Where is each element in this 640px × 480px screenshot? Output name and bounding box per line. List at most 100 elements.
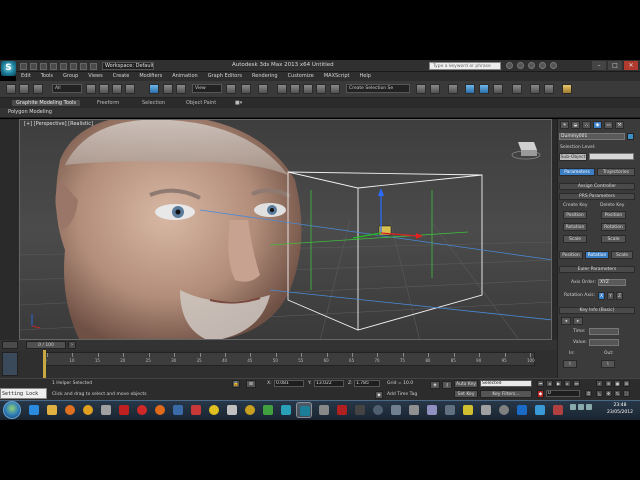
rotation-axis-z-button[interactable]: Z: [616, 292, 623, 300]
time-slider-next-icon[interactable]: ›: [68, 341, 76, 349]
polygon-modeling-panel-label[interactable]: Polygon Modeling: [8, 109, 52, 115]
select-and-scale-icon[interactable]: [176, 84, 186, 94]
rotation-axis-y-button[interactable]: Y: [607, 292, 614, 300]
minimize-button[interactable]: –: [592, 61, 606, 70]
auto-key-button[interactable]: Auto Key: [454, 380, 478, 388]
tab-selection[interactable]: Selection: [142, 100, 165, 106]
zoom-icon[interactable]: ⌕: [596, 380, 603, 387]
sub-object-dropdown[interactable]: [589, 153, 634, 160]
adaptive-degradation-icon[interactable]: ◈: [430, 381, 440, 389]
fetch-icon[interactable]: [80, 62, 87, 70]
modify-panel-tab[interactable]: ◒: [571, 121, 580, 129]
selection-lock-icon[interactable]: 🔒: [232, 380, 240, 388]
undo-icon[interactable]: [50, 62, 57, 70]
tab-object-paint[interactable]: Object Paint: [186, 100, 216, 106]
steam-app-icon[interactable]: [370, 402, 386, 418]
set-key-red-icon[interactable]: ◆: [537, 390, 544, 398]
menu-customize[interactable]: Customize: [283, 72, 319, 81]
audio-app-icon[interactable]: [188, 402, 204, 418]
next-key-arrow-icon[interactable]: ▸: [573, 317, 583, 325]
menu-group[interactable]: Group: [58, 72, 83, 81]
monitor-app-icon[interactable]: [388, 402, 404, 418]
previous-key-arrow-icon[interactable]: ◂: [561, 317, 571, 325]
game-app-icon[interactable]: [224, 402, 240, 418]
in-tangent-type-button[interactable]: ⌇: [563, 360, 577, 368]
tab-graphite-modeling-tools[interactable]: Graphite Modeling Tools: [12, 100, 81, 106]
mini-curve-editor-toggle[interactable]: [2, 341, 18, 349]
current-frame-cursor[interactable]: [43, 350, 46, 378]
zoom-extents-all-icon[interactable]: ⊞: [623, 380, 630, 387]
spinner-snap-icon[interactable]: [316, 84, 326, 94]
align-icon[interactable]: [430, 84, 440, 94]
window-crossing-icon[interactable]: [125, 84, 135, 94]
pinned-app-icon[interactable]: [550, 402, 566, 418]
menu-views[interactable]: Views: [83, 72, 107, 81]
menu-create[interactable]: Create: [108, 72, 135, 81]
key-icon[interactable]: ⚷: [442, 381, 452, 389]
project-folder-icon[interactable]: [90, 62, 97, 70]
3dsmax-active-taskbar-icon[interactable]: [296, 402, 312, 418]
track-bar-ruler[interactable]: [45, 352, 535, 366]
viewcube[interactable]: [511, 142, 541, 160]
rotation-mode-button[interactable]: Rotation: [585, 251, 609, 259]
utility-app-icon[interactable]: [406, 402, 422, 418]
rotation-axis-x-button[interactable]: X: [598, 292, 605, 300]
time-slider[interactable]: 0 / 100: [26, 341, 66, 349]
save-file-icon[interactable]: [40, 62, 47, 70]
keyboard-shortcut-icon[interactable]: [258, 84, 268, 94]
move-gizmo[interactable]: [352, 188, 423, 239]
menu-help[interactable]: Help: [355, 72, 376, 81]
key-value-field[interactable]: [589, 339, 619, 346]
menu-modifiers[interactable]: Modifiers: [134, 72, 167, 81]
rectangular-selection-icon[interactable]: [112, 84, 122, 94]
key-time-field[interactable]: [589, 328, 619, 335]
display-panel-tab[interactable]: ▭: [604, 121, 613, 129]
network-icon[interactable]: [570, 404, 576, 410]
settings-app-icon[interactable]: [170, 402, 186, 418]
set-key-button[interactable]: Set Key: [454, 390, 478, 398]
axis-order-dropdown[interactable]: XYZ: [598, 279, 626, 286]
delete-key-position-button[interactable]: Position: [601, 211, 626, 219]
communication-icon[interactable]: [528, 62, 535, 69]
pivot-center-icon[interactable]: [226, 84, 236, 94]
menu-animation[interactable]: Animation: [167, 72, 203, 81]
menu-maxscript[interactable]: MAXScript: [319, 72, 355, 81]
runner-app-icon[interactable]: [260, 402, 276, 418]
rendered-frame-window-icon[interactable]: [544, 84, 554, 94]
edit-named-selection-icon[interactable]: [330, 84, 340, 94]
render-production-icon[interactable]: [562, 84, 572, 94]
favorites-star-icon[interactable]: [539, 62, 546, 69]
ribbon-options-icon[interactable]: ■▾: [235, 100, 242, 106]
sub-object-button[interactable]: Sub-Object: [559, 153, 587, 161]
select-and-rotate-icon[interactable]: [163, 84, 173, 94]
hierarchy-panel-tab[interactable]: ⛬: [582, 121, 591, 129]
pan-view-icon[interactable]: ✥: [605, 390, 612, 397]
workspace-dropdown[interactable]: Workspace: Default: [102, 62, 154, 70]
out-tangent-type-button[interactable]: ⌇: [601, 360, 615, 368]
render-setup-icon[interactable]: [530, 84, 540, 94]
time-tag-icon[interactable]: ◆: [375, 391, 383, 399]
current-frame-field[interactable]: 0: [546, 390, 580, 397]
time-configuration-icon[interactable]: ⏱: [585, 390, 592, 397]
next-frame-icon[interactable]: ▸: [564, 380, 571, 387]
redo-icon[interactable]: [60, 62, 67, 70]
create-panel-tab[interactable]: ☀: [560, 121, 569, 129]
material-editor-icon[interactable]: [512, 84, 522, 94]
chrome-browser-icon[interactable]: [206, 402, 222, 418]
terminal-app-icon[interactable]: [352, 402, 368, 418]
action-center-icon[interactable]: [586, 404, 592, 410]
open-mini-curve-editor-icon[interactable]: [2, 352, 18, 376]
scale-mode-button[interactable]: Scale: [611, 251, 633, 259]
subscription-icon[interactable]: [517, 62, 524, 69]
layer-manager-icon[interactable]: [448, 84, 458, 94]
create-key-rotation-button[interactable]: Rotation: [563, 223, 587, 231]
assign-controller-rollout[interactable]: Assign Controller: [559, 183, 635, 190]
viewport-label-menu[interactable]: [+] [Perspective] [Realistic]: [24, 121, 93, 127]
start-button[interactable]: [3, 401, 21, 419]
menu-graph-editors[interactable]: Graph Editors: [203, 72, 247, 81]
monitor-tool-icon[interactable]: [478, 402, 494, 418]
key-mode-dropdown[interactable]: Selected: [480, 380, 532, 387]
capture-tool-icon[interactable]: [424, 402, 440, 418]
select-object-icon[interactable]: [86, 84, 96, 94]
go-to-end-icon[interactable]: ⏭: [573, 380, 580, 387]
